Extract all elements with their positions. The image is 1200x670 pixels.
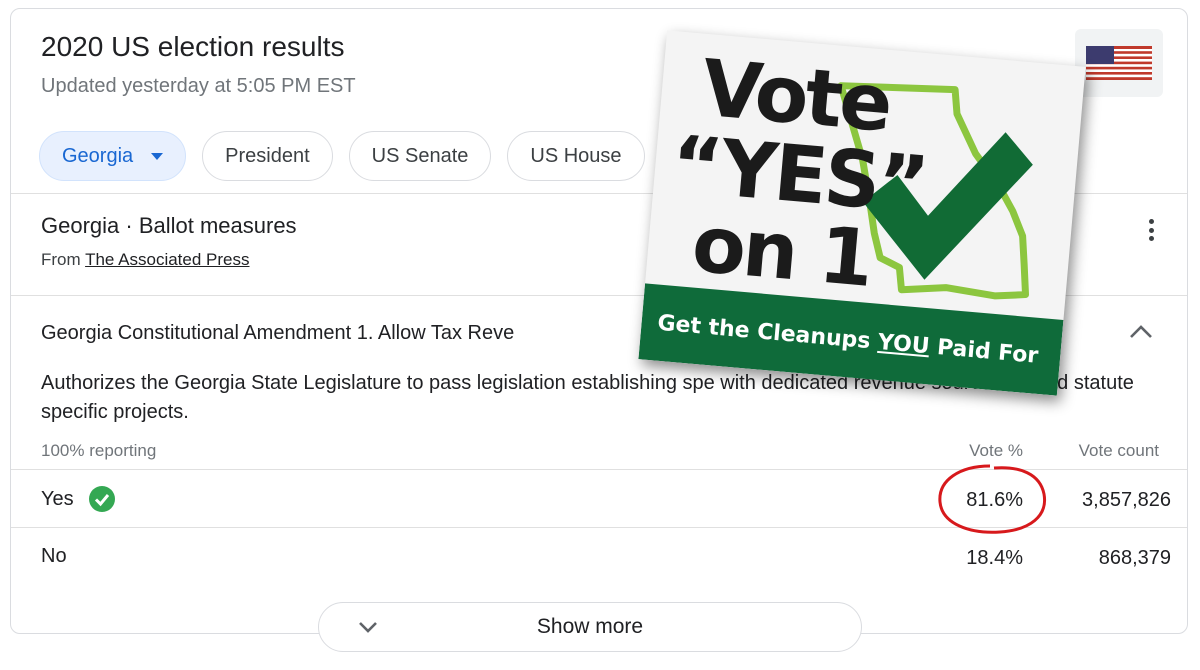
chip-president[interactable]: President [202,131,333,181]
dropdown-caret-icon [151,152,164,160]
banner-text-em: YOU [876,329,931,359]
column-header-vote-count: Vote count [1078,441,1159,460]
section-title: Georgia · Ballot measures [41,213,297,238]
banner-text-pre: Get the Cleanups [656,310,880,355]
show-more-button[interactable]: Show more [318,602,862,652]
updated-timestamp: Updated yesterday at 5:05 PM EST [41,75,356,97]
chip-label: US House [530,144,622,167]
banner-text-post: Paid For [928,333,1040,369]
vote-yes-poster: Vote “YES” on 1 Get the Cleanups YOU Pai… [638,30,1086,396]
more-options-icon[interactable] [1141,216,1161,244]
chip-label: President [225,144,310,167]
source-line: From The Associated Press [41,250,250,270]
show-more-label: Show more [536,615,644,638]
no-vote-count: 868,379 [1098,547,1171,569]
yes-vote-count: 3,857,826 [1082,489,1171,511]
page-title: 2020 US election results [41,31,345,62]
result-row-yes-label: Yes [41,485,116,513]
chevron-down-icon [359,622,377,633]
reporting-status: 100% reporting [41,441,157,460]
winner-check-icon [88,486,115,512]
source-prefix: From [41,250,86,269]
chip-label: Georgia [62,144,134,167]
filter-chips: Georgia President US Senate US House [39,131,645,181]
choice-label: No [41,545,67,567]
result-row-no-label: No [41,545,67,568]
source-link[interactable]: The Associated Press [85,250,249,269]
no-vote-pct: 18.4% [966,547,1023,569]
chip-label: US Senate [371,144,469,167]
chip-georgia[interactable]: Georgia [39,131,187,181]
column-header-vote-pct: Vote % [969,441,1023,460]
chip-us-senate[interactable]: US Senate [348,131,492,181]
red-annotation-circle [938,464,1047,534]
chip-us-house[interactable]: US House [507,131,645,181]
chevron-up-icon[interactable] [1127,323,1155,341]
measure-title[interactable]: Georgia Constitutional Amendment 1. Allo… [41,322,514,345]
choice-label: Yes [41,487,74,510]
us-flag-icon[interactable] [1075,29,1163,97]
